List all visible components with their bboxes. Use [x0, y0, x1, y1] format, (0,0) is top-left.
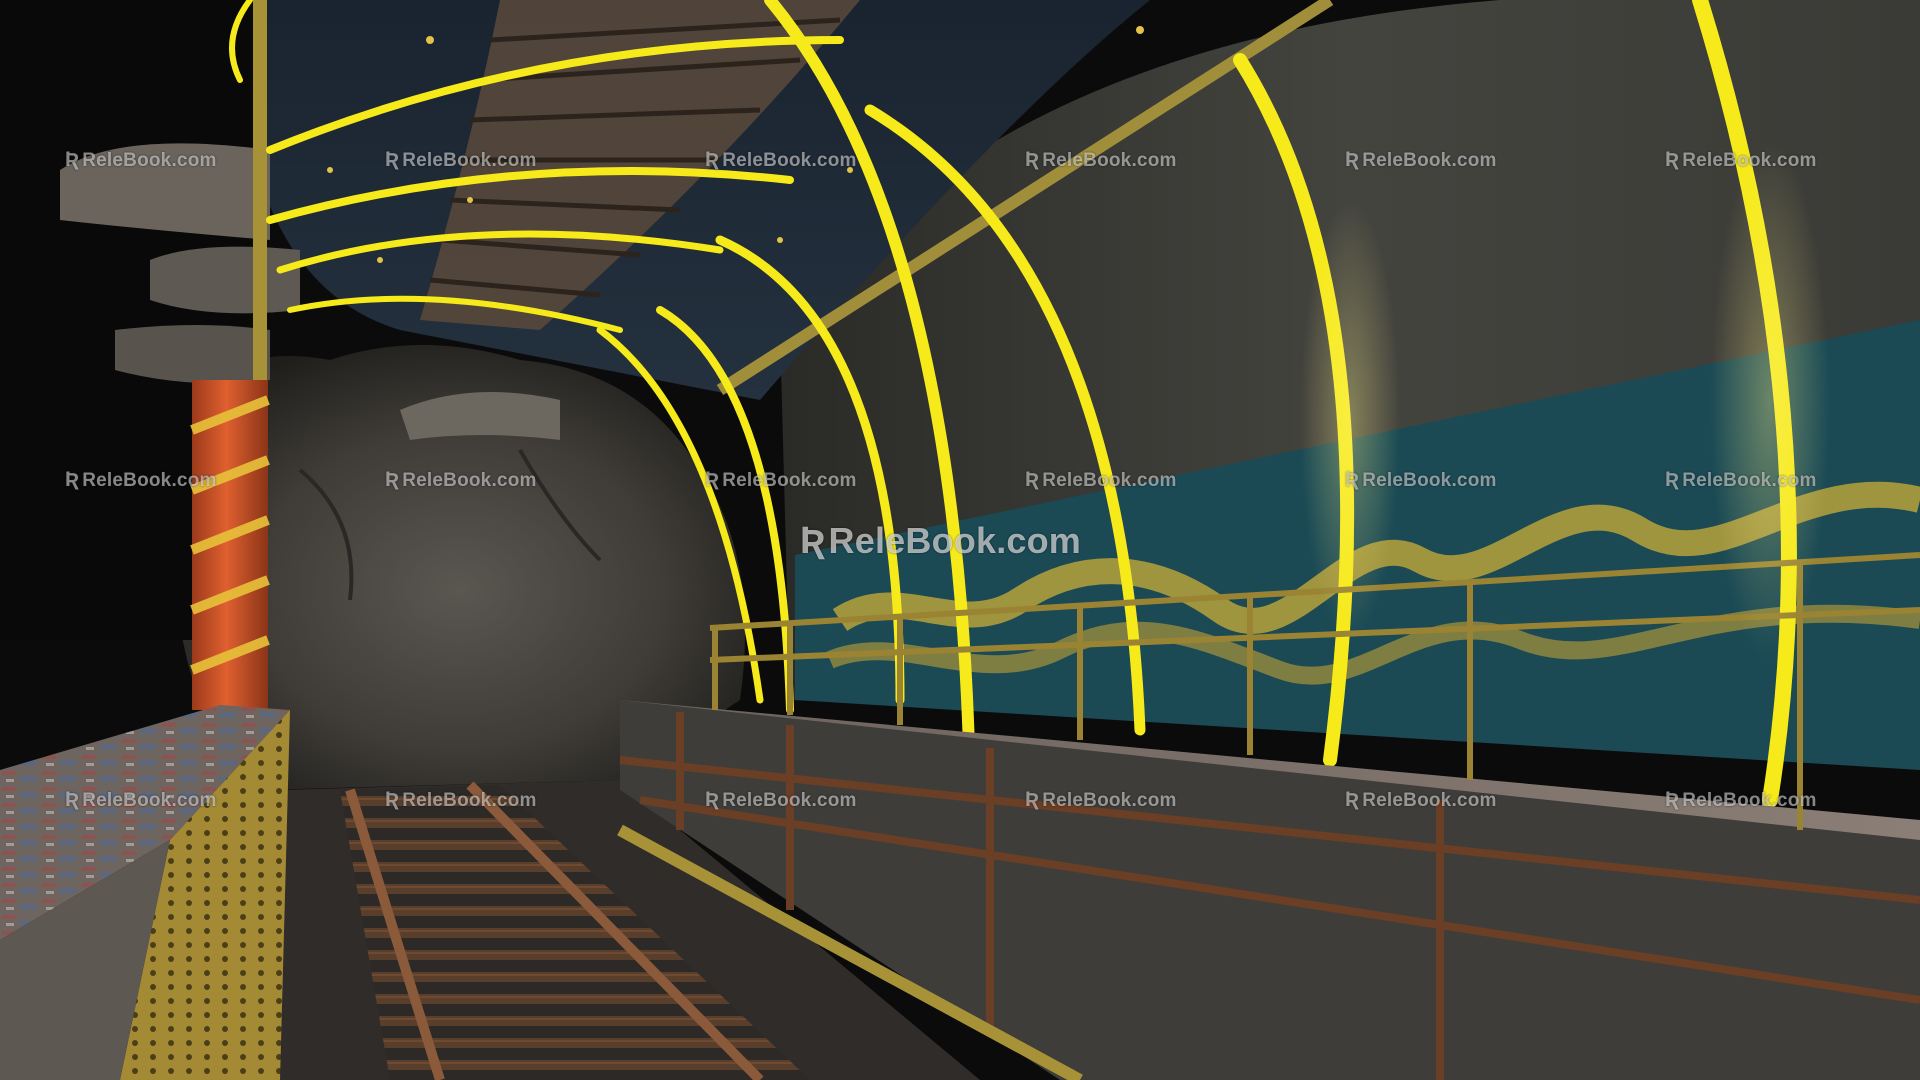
watermark-text: Ʀ ReleBook.com [1345, 468, 1497, 492]
watermark-text: Ʀ ReleBook.com [1025, 148, 1177, 172]
watermark-text: Ʀ ReleBook.com [1665, 788, 1817, 812]
watermark-text: Ʀ ReleBook.com [65, 468, 217, 492]
watermark-logo-icon: Ʀ [1665, 788, 1680, 811]
watermark-label: ReleBook.com [402, 150, 537, 171]
watermark-logo-icon: Ʀ [800, 520, 826, 562]
watermark-label: ReleBook.com [722, 790, 857, 811]
watermark-logo-icon: Ʀ [65, 468, 80, 491]
watermark-text: Ʀ ReleBook.com [1665, 148, 1817, 172]
watermark-text: Ʀ ReleBook.com [705, 148, 857, 172]
bent-ledge-2 [150, 246, 300, 314]
watermark-logo-icon: Ʀ [1025, 148, 1040, 171]
left-vertical-pipe [253, 0, 267, 440]
watermark-logo-icon: Ʀ [385, 788, 400, 811]
watermark-logo-icon: Ʀ [65, 148, 80, 171]
watermark-label: ReleBook.com [82, 470, 217, 491]
watermark-label: ReleBook.com [82, 790, 217, 811]
watermark-text: Ʀ ReleBook.com [1025, 468, 1177, 492]
watermark-logo-icon: Ʀ [705, 468, 720, 491]
watermark-logo-icon: Ʀ [1025, 468, 1040, 491]
watermark-logo-icon: Ʀ [385, 468, 400, 491]
watermark-label: ReleBook.com [402, 470, 537, 491]
watermark-logo-icon: Ʀ [705, 788, 720, 811]
watermark-logo-icon: Ʀ [1665, 148, 1680, 171]
watermark-label: ReleBook.com [1042, 150, 1177, 171]
watermark-text: Ʀ ReleBook.com [1345, 788, 1497, 812]
light-glow [1710, 140, 1830, 660]
watermark-text: Ʀ ReleBook.com [1025, 788, 1177, 812]
watermark-text: Ʀ ReleBook.com [705, 468, 857, 492]
watermark-label: ReleBook.com [722, 150, 857, 171]
watermark-logo-icon: Ʀ [385, 148, 400, 171]
watermark-text: Ʀ ReleBook.com [385, 468, 537, 492]
watermark-logo-icon: Ʀ [1025, 788, 1040, 811]
light-glow-2 [1300, 200, 1400, 640]
watermark-label: ReleBook.com [722, 470, 857, 491]
watermark-text: Ʀ ReleBook.com [65, 788, 217, 812]
watermark-text: Ʀ ReleBook.com [65, 148, 217, 172]
watermark-label: ReleBook.com [1362, 790, 1497, 811]
watermark-label: ReleBook.com [1042, 790, 1177, 811]
watermark-logo-icon: Ʀ [1345, 468, 1360, 491]
watermark-logo-icon: Ʀ [705, 148, 720, 171]
watermark-label: ReleBook.com [1682, 150, 1817, 171]
watermark-text: Ʀ ReleBook.com [385, 148, 537, 172]
watermark-logo-icon: Ʀ [1665, 468, 1680, 491]
watermark-logo-icon: Ʀ [1345, 788, 1360, 811]
watermark-text: Ʀ ReleBook.com [385, 788, 537, 812]
watermark-label: ReleBook.com [82, 150, 217, 171]
bent-ledge-3 [115, 325, 270, 384]
watermark-logo-icon: Ʀ [65, 788, 80, 811]
watermark-label: ReleBook.com [1362, 470, 1497, 491]
watermark-center-label: ReleBook.com [828, 520, 1082, 561]
watermark-center: ƦReleBook.com [800, 520, 1081, 563]
watermark-text: Ʀ ReleBook.com [705, 788, 857, 812]
watermark-label: ReleBook.com [402, 790, 537, 811]
watermark-label: ReleBook.com [1682, 790, 1817, 811]
watermark-label: ReleBook.com [1362, 150, 1497, 171]
watermark-text: Ʀ ReleBook.com [1665, 468, 1817, 492]
watermark-logo-icon: Ʀ [1345, 148, 1360, 171]
watermark-label: ReleBook.com [1682, 470, 1817, 491]
watermark-text: Ʀ ReleBook.com [1345, 148, 1497, 172]
watermark-label: ReleBook.com [1042, 470, 1177, 491]
